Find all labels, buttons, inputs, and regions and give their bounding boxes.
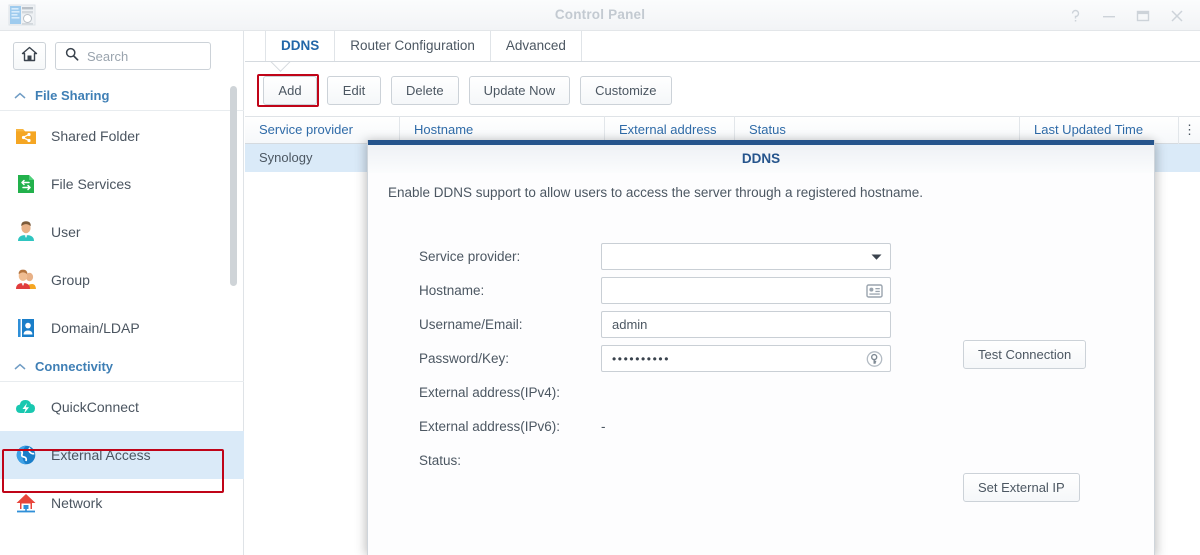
quickconnect-icon (14, 395, 38, 419)
chevron-up-icon (14, 92, 26, 100)
sidebar-item-user[interactable]: User (0, 208, 244, 256)
hostname-input[interactable] (601, 277, 891, 304)
column-menu-icon[interactable]: ⋮ (1178, 116, 1200, 144)
external-ipv6-label: External address(IPv6): (419, 419, 561, 434)
sidebar-item-external-access[interactable]: External Access (0, 431, 244, 479)
sidebar-item-domain-ldap[interactable]: Domain/LDAP (0, 304, 244, 352)
shared-folder-icon (14, 124, 38, 148)
search-icon (65, 47, 79, 66)
username-value: admin (612, 317, 648, 332)
sidebar-item-network[interactable]: Network (0, 479, 244, 527)
username-input[interactable]: admin (601, 311, 891, 338)
hostname-label: Hostname: (419, 283, 485, 298)
dialog-title: DDNS (741, 151, 781, 166)
search-input[interactable]: Search (55, 42, 211, 70)
tab-router-configuration[interactable]: Router Configuration (335, 31, 491, 61)
title-bar: Control Panel (0, 0, 1200, 31)
home-icon (21, 46, 38, 67)
external-access-icon (14, 443, 38, 467)
dialog-header: DDNS (368, 145, 1154, 173)
sidebar-group-file-sharing[interactable]: File Sharing (0, 81, 244, 111)
sidebar-item-label: Domain/LDAP (51, 320, 140, 336)
sidebar-item-label: Network (51, 495, 103, 511)
delete-button[interactable]: Delete (391, 75, 459, 105)
ddns-dialog: DDNS Enable DDNS support to allow users … (367, 140, 1155, 555)
close-button[interactable] (1160, 0, 1194, 31)
test-connection-button[interactable]: Test Connection (963, 340, 1087, 369)
chevron-up-icon (14, 363, 26, 371)
sidebar-item-label: QuickConnect (51, 399, 139, 415)
tab-advanced[interactable]: Advanced (491, 31, 582, 61)
sidebar-group-label: File Sharing (35, 88, 110, 103)
minimize-button[interactable] (1092, 0, 1126, 31)
sidebar-nav: File Sharing Shared Folder File Services… (0, 81, 244, 555)
password-label: Password/Key: (419, 351, 510, 366)
dialog-status-label: Status: (419, 453, 462, 468)
sidebar-header: Search (0, 31, 244, 81)
field-row-hostname: Hostname: (419, 274, 1119, 307)
control-panel-window: Control Panel Search File Sharing Shared… (0, 0, 1200, 555)
dialog-description: Enable DDNS support to allow users to ac… (388, 185, 924, 200)
sidebar-scrollbar[interactable] (230, 86, 237, 286)
set-external-ip-button[interactable]: Set External IP (963, 473, 1080, 502)
field-row-external-ipv6: External address(IPv6): - (419, 410, 1119, 443)
sidebar-item-label: External Access (51, 447, 151, 463)
add-button[interactable]: Add (263, 75, 317, 105)
home-button[interactable] (13, 42, 46, 70)
field-row-external-ipv4: External address(IPv4): (419, 376, 1119, 409)
sidebar-group-label: Connectivity (35, 359, 114, 374)
username-label: Username/Email: (419, 317, 523, 332)
network-icon (14, 491, 38, 515)
sidebar-item-label: User (51, 224, 81, 240)
dialog-form: Service provider: Hostname: Username/Ema… (419, 240, 1119, 502)
edit-button[interactable]: Edit (327, 75, 381, 105)
password-input[interactable]: •••••••••• (601, 345, 891, 372)
sidebar-item-group[interactable]: Group (0, 256, 244, 304)
maximize-button[interactable] (1126, 0, 1160, 31)
external-ipv6-value: - (601, 419, 606, 434)
search-placeholder: Search (87, 48, 129, 64)
field-row-username: Username/Email: admin (419, 308, 1119, 341)
file-services-icon (14, 172, 38, 196)
sidebar-item-label: File Services (51, 176, 132, 192)
sidebar-item-file-services[interactable]: File Services (0, 160, 244, 208)
sidebar-item-shared-folder[interactable]: Shared Folder (0, 112, 244, 160)
sidebar-item-quickconnect[interactable]: QuickConnect (0, 383, 244, 431)
field-row-service-provider: Service provider: (419, 240, 1119, 273)
tab-bar: DDNS Router Configuration Advanced (245, 31, 1200, 62)
key-icon[interactable] (866, 350, 883, 367)
sidebar-item-label: Shared Folder (51, 128, 140, 144)
password-value: •••••••••• (612, 351, 671, 366)
group-icon (14, 268, 38, 292)
sidebar-group-connectivity[interactable]: Connectivity (0, 352, 244, 382)
customize-button[interactable]: Customize (580, 75, 672, 105)
address-book-icon[interactable] (866, 283, 883, 298)
user-icon (14, 220, 38, 244)
window-title: Control Panel (554, 7, 646, 22)
sidebar: Search File Sharing Shared Folder File S… (0, 31, 244, 555)
help-button[interactable] (1058, 0, 1092, 31)
service-provider-select[interactable] (601, 243, 891, 270)
window-controls (1058, 0, 1194, 31)
update-now-button[interactable]: Update Now (468, 75, 571, 105)
sidebar-item-label: Group (51, 272, 90, 288)
domain-ldap-icon (14, 316, 38, 340)
toolbar: Add Edit Delete Update Now Customize (245, 71, 1200, 109)
external-ipv4-label: External address(IPv4): (419, 385, 561, 400)
service-provider-label: Service provider: (419, 249, 521, 264)
tab-ddns[interactable]: DDNS (265, 31, 336, 61)
chevron-down-icon[interactable] (870, 252, 883, 261)
